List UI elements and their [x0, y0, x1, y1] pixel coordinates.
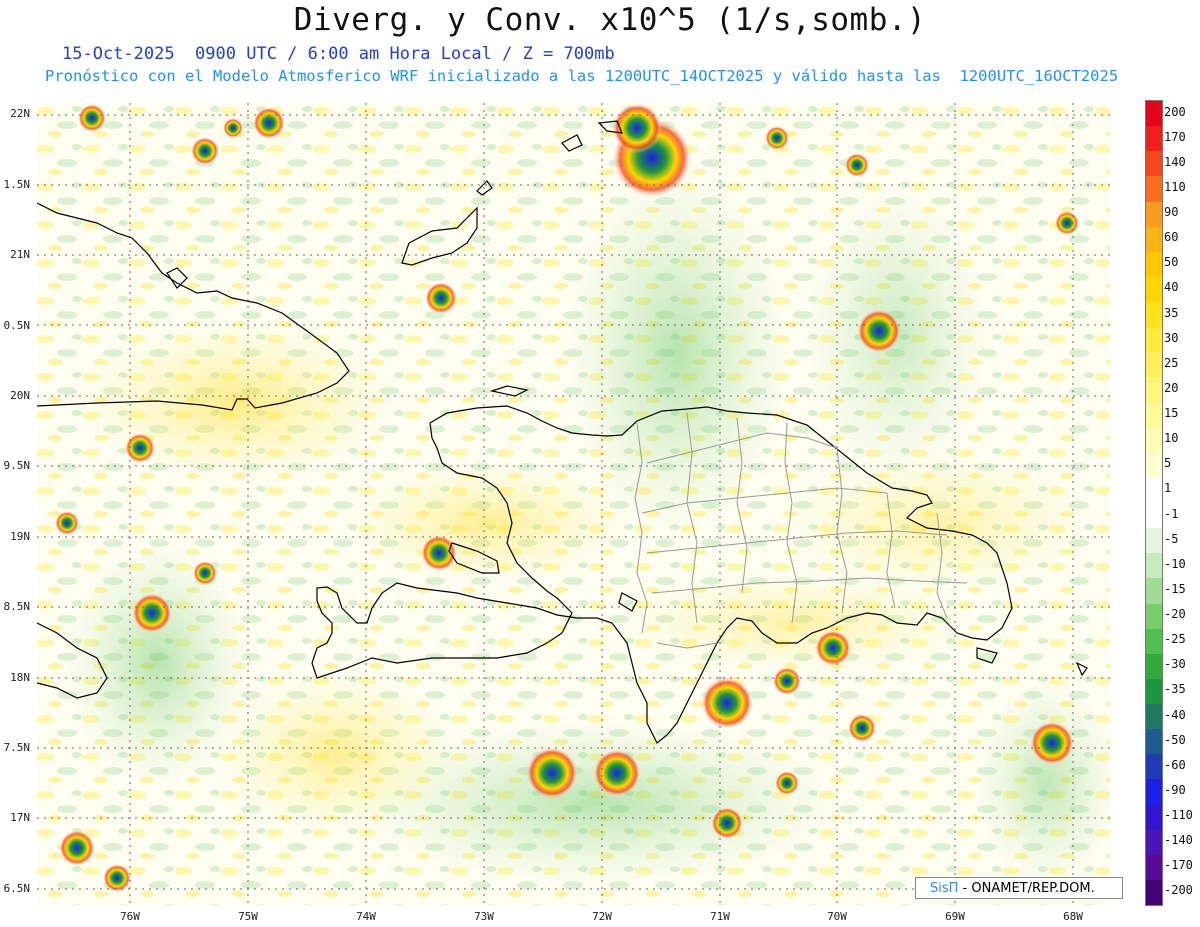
lon-label: 68W — [1063, 910, 1083, 923]
colorbar-swatch — [1146, 151, 1162, 177]
colorbar-label: 40 — [1164, 280, 1179, 295]
lat-label: 8.5N — [3, 600, 31, 613]
colorbar-swatch — [1146, 804, 1162, 830]
colorbar-label: 90 — [1164, 205, 1179, 220]
colorbar-swatch — [1146, 578, 1162, 604]
colorbar-swatch — [1146, 452, 1162, 478]
map-canvas — [37, 103, 1110, 905]
colorbar-label: -1 — [1164, 506, 1179, 521]
lon-label: 71W — [710, 910, 730, 923]
colorbar-label: 170 — [1164, 129, 1186, 144]
colorbar-swatch — [1146, 754, 1162, 780]
colorbar-swatch — [1146, 327, 1162, 353]
colorbar-label: 15 — [1164, 406, 1179, 421]
colorbar-swatch — [1146, 829, 1162, 855]
colorbar-swatch — [1146, 402, 1162, 428]
colorbar-swatch — [1146, 201, 1162, 227]
colorbar-swatch — [1146, 377, 1162, 403]
lon-label: 74W — [356, 910, 376, 923]
colorbar-label: -30 — [1164, 657, 1186, 672]
colorbar-label: 10 — [1164, 431, 1179, 446]
colorbar-label: 50 — [1164, 255, 1179, 270]
lat-label: 0.5N — [3, 319, 31, 332]
colorbar-swatch — [1146, 603, 1162, 629]
colorbar-label: -90 — [1164, 782, 1186, 797]
colorbar-swatch — [1146, 302, 1162, 328]
colorbar-label: -110 — [1164, 808, 1193, 823]
colorbar-swatch — [1146, 854, 1162, 880]
lat-label: 19N — [10, 530, 30, 543]
colorbar-label: 110 — [1164, 179, 1186, 194]
valid-time-subtitle: 15-Oct-2025 0900 UTC / 6:00 am Hora Loca… — [62, 44, 615, 64]
lat-label: 20N — [10, 389, 30, 402]
colorbar-swatch — [1146, 678, 1162, 704]
lon-label: 70W — [827, 910, 847, 923]
colorbar-label: -200 — [1164, 883, 1193, 898]
colorbar-swatch — [1146, 427, 1162, 453]
lat-label: 1.5N — [3, 178, 31, 191]
colorbar-swatch — [1146, 352, 1162, 378]
colorbar-swatch — [1146, 176, 1162, 202]
lon-label: 72W — [592, 910, 612, 923]
colorbar-label: 20 — [1164, 380, 1179, 395]
colorbar-swatch — [1146, 251, 1162, 277]
colorbar-label: -60 — [1164, 757, 1186, 772]
lat-label: 17N — [10, 811, 30, 824]
colorbar-swatch — [1146, 126, 1162, 152]
colorbar-swatch — [1146, 276, 1162, 302]
lat-label: 9.5N — [3, 459, 31, 472]
colorbar-swatch — [1146, 101, 1162, 127]
lon-label: 73W — [474, 910, 494, 923]
colorbar-swatch — [1146, 653, 1162, 679]
lon-label: 69W — [945, 910, 965, 923]
colorbar-swatch — [1146, 628, 1162, 654]
colorbar-swatch — [1146, 477, 1162, 503]
colorbar-swatch — [1146, 704, 1162, 730]
colorbar-label: -50 — [1164, 732, 1186, 747]
credit-text: - ONAMET/REP.DOM. — [958, 881, 1095, 896]
colorbar-label: -20 — [1164, 607, 1186, 622]
credit-brand: SisΠ — [930, 881, 959, 896]
credit-box: SisΠ - ONAMET/REP.DOM. — [915, 877, 1123, 899]
lat-label: 6.5N — [3, 882, 31, 895]
colorbar-swatch — [1146, 779, 1162, 805]
colorbar-label: 1 — [1164, 481, 1172, 496]
lon-label: 76W — [120, 910, 140, 923]
colorbar-swatch — [1146, 503, 1162, 529]
colorbar-swatch — [1146, 528, 1162, 554]
colorbar-label: 200 — [1164, 104, 1186, 119]
colorbar-label: 30 — [1164, 330, 1179, 345]
colorbar-label: 60 — [1164, 230, 1179, 245]
colorbar-label: -15 — [1164, 581, 1186, 596]
colorbar-label: 5 — [1164, 456, 1172, 471]
lat-label: 7.5N — [3, 741, 31, 754]
colorbar-swatch — [1146, 729, 1162, 755]
colorbar-label: -40 — [1164, 707, 1186, 722]
colorbar-swatch — [1146, 879, 1162, 905]
colorbar-label: -170 — [1164, 858, 1193, 873]
map-plot-area — [37, 103, 1110, 905]
lon-label: 75W — [238, 910, 258, 923]
colorbar-label: 140 — [1164, 154, 1186, 169]
lat-label: 21N — [10, 248, 30, 261]
colorbar-label: 35 — [1164, 305, 1179, 320]
colorbar-label: -10 — [1164, 556, 1186, 571]
colorbar-label: -35 — [1164, 682, 1186, 697]
map-title: Diverg. y Conv. x10^5 (1/s,somb.) — [293, 2, 927, 38]
lat-label: 18N — [10, 671, 30, 684]
colorbar-label: 25 — [1164, 355, 1179, 370]
model-info-subtitle: Pronóstico con el Modelo Atmosferico WRF… — [45, 67, 1119, 85]
colorbar-label: -140 — [1164, 833, 1193, 848]
colorbar-swatch — [1146, 226, 1162, 252]
colorbar-swatch — [1146, 553, 1162, 579]
colorbar — [1145, 100, 1163, 906]
colorbar-label: -5 — [1164, 531, 1179, 546]
lat-label: 22N — [10, 107, 30, 120]
colorbar-label: -25 — [1164, 632, 1186, 647]
